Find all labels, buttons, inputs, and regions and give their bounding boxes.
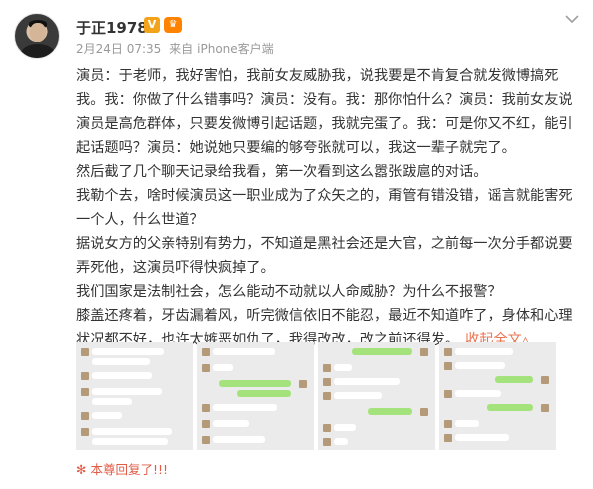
- reply-notice[interactable]: ✻ 本尊回复了!!!: [76, 459, 168, 478]
- post-source[interactable]: iPhone客户端: [197, 42, 274, 56]
- author-name[interactable]: 于正1978: [76, 17, 148, 38]
- paragraph: 演员：于老师，我好害怕，我前女友威胁我，说我要是不肯复合就发微博搞死我。我：你做…: [76, 68, 573, 156]
- verified-badge-icon: V: [144, 17, 160, 33]
- paragraph: 我们国家是法制社会，怎么能动不动就以人命威胁？为什么不报警？: [76, 284, 502, 300]
- chevron-down-icon[interactable]: [565, 12, 579, 28]
- member-crown-icon[interactable]: ♛: [164, 17, 182, 33]
- reply-text: 本尊回复了!!!: [90, 462, 169, 477]
- avatar[interactable]: [14, 13, 60, 59]
- source-prefix: 来自: [169, 42, 194, 56]
- chat-screenshot-4[interactable]: [439, 342, 556, 450]
- image-grid: [76, 342, 556, 450]
- paragraph: 我勒个去，啥时候演员这一职业成为了众矢之的，甭管有错没错，谣言就能害死一个人，什…: [76, 188, 573, 228]
- post-meta: 2月24日 07:35 来自 iPhone客户端: [76, 40, 278, 57]
- chat-screenshot-2[interactable]: [197, 342, 314, 450]
- chat-screenshot-3[interactable]: [318, 342, 435, 450]
- paragraph: 据说女方的父亲特别有势力，不知道是黑社会还是大官，之前每一次分手都说要弄死他，这…: [76, 236, 573, 276]
- post-date[interactable]: 2月24日 07:35: [76, 42, 161, 56]
- weibo-post: 于正1978 V ♛ 2月24日 07:35 来自 iPhone客户端 演员：于老…: [0, 0, 593, 489]
- paragraph: 然后截了几个聊天记录给我看，第一次看到这么嚣张跋扈的对话。: [76, 164, 488, 180]
- chat-screenshot-1[interactable]: [76, 342, 193, 450]
- flower-icon: ✻: [76, 462, 87, 477]
- post-content: 演员：于老师，我好害怕，我前女友威胁我，说我要是不肯复合就发微博搞死我。我：你做…: [76, 64, 581, 352]
